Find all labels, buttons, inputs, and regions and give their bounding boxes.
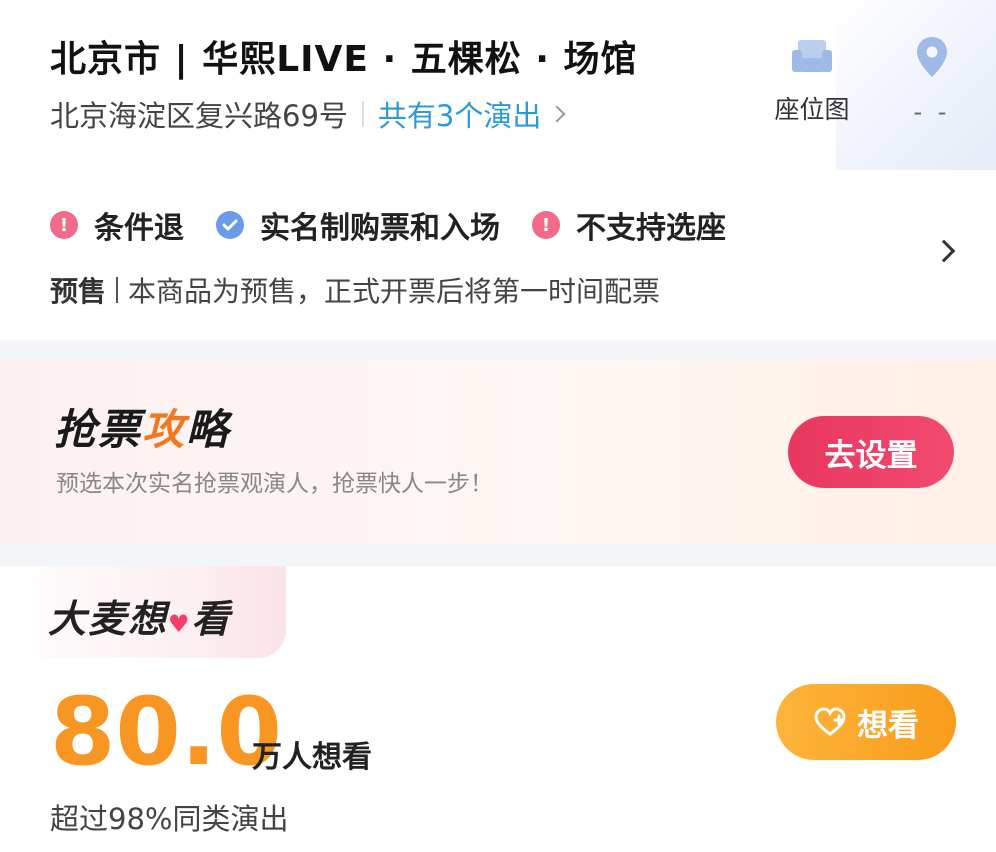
notice-refund: ! 条件退	[50, 203, 184, 247]
heart-icon: ♥	[168, 610, 192, 638]
map-distance-label: - -	[913, 98, 951, 126]
chevron-right-icon	[548, 105, 566, 123]
want-count-unit: 万人想看	[252, 740, 372, 775]
shows-link[interactable]: 共有3个演出	[377, 93, 566, 135]
strategy-title: 抢票攻略	[54, 396, 230, 457]
want-title: 大麦想♥看	[48, 588, 232, 643]
setup-button[interactable]: 去设置	[788, 416, 954, 488]
sofa-icon	[792, 40, 832, 72]
venue-card: 北京市 | 华熙LIVE · 五棵松 · 场馆 北京海淀区复兴路69号 共有3个…	[0, 0, 996, 340]
want-to-see-button[interactable]: 想看	[776, 684, 956, 760]
notice-seat-selection: ! 不支持选座	[532, 203, 726, 247]
check-icon	[216, 211, 244, 239]
shows-link-label: 共有3个演出	[377, 99, 542, 133]
notice-label: 不支持选座	[576, 211, 726, 246]
strategy-title-part: 抢票	[54, 405, 143, 454]
chevron-right-icon[interactable]	[932, 239, 956, 263]
want-button-label: 想看	[857, 707, 919, 744]
seat-map-label: 座位图	[774, 95, 850, 124]
want-rank-text: 超过98%同类演出	[50, 802, 289, 836]
service-notices[interactable]: ! 条件退 实名制购票和入场 ! 不支持选座	[50, 202, 758, 248]
notice-label: 条件退	[94, 211, 184, 246]
venue-address-row: 北京海淀区复兴路69号 共有3个演出	[50, 92, 566, 136]
seat-map-button[interactable]: 座位图	[760, 38, 864, 138]
strategy-subtitle: 预选本次实名抢票观演人，抢票快人一步！	[56, 471, 493, 497]
notice-real-name: 实名制购票和入场	[216, 203, 500, 247]
presale-divider	[116, 277, 119, 303]
strategy-title-part: 略	[186, 405, 231, 454]
ticket-strategy-card: 抢票攻略 预选本次实名抢票观演人，抢票快人一步！ 去设置	[0, 360, 996, 544]
want-count: 80.0	[50, 678, 282, 787]
want-title-part: 看	[191, 597, 232, 641]
want-to-see-card: 大麦想♥看 80.0 万人想看 超过98%同类演出 想看	[0, 566, 996, 852]
presale-text: 本商品为预售，正式开票后将第一时间配票	[128, 275, 661, 308]
exclamation-icon: !	[532, 211, 560, 239]
exclamation-icon: !	[50, 211, 78, 239]
heart-plus-icon	[814, 707, 846, 736]
venue-address[interactable]: 北京海淀区复兴路69号	[50, 93, 348, 135]
address-divider	[361, 101, 364, 127]
presale-tag: 预售	[50, 275, 107, 308]
presale-notice: 预售 本商品为预售，正式开票后将第一时间配票	[50, 268, 660, 312]
want-title-part: 大麦想	[48, 597, 169, 641]
venue-title[interactable]: 北京市 | 华熙LIVE · 五棵松 · 场馆	[50, 30, 638, 82]
strategy-title-accent: 攻	[142, 405, 187, 454]
notice-label: 实名制购票和入场	[260, 211, 500, 246]
map-location-button[interactable]: - -	[900, 36, 964, 136]
location-pin-icon	[917, 37, 947, 77]
